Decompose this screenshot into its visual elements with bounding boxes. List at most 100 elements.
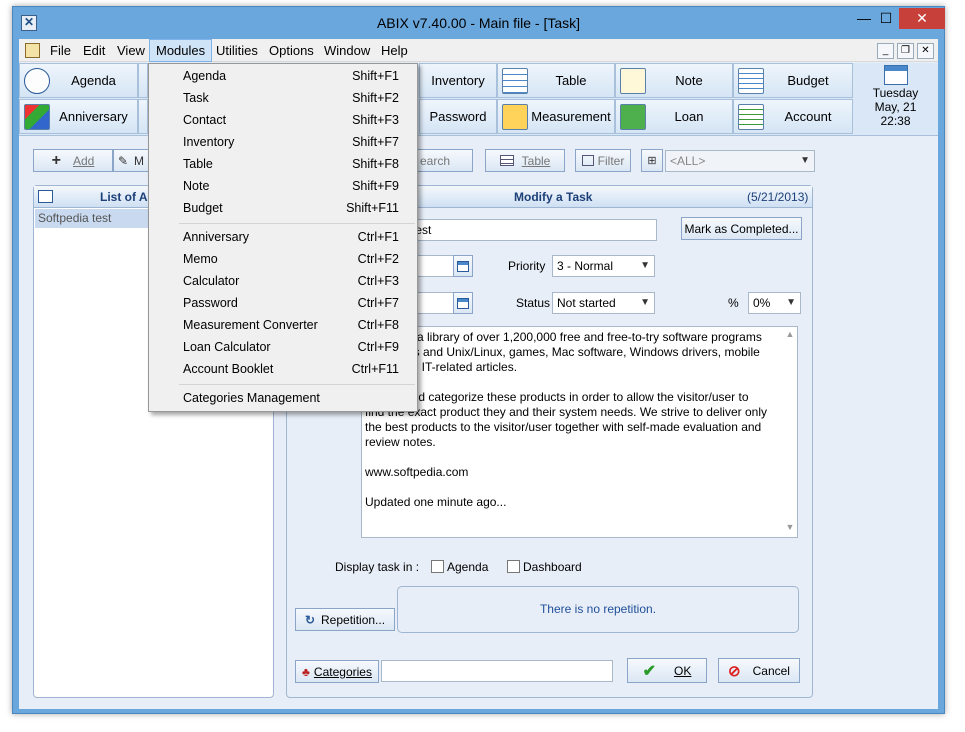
menu-item-note[interactable]: Note Shift+F9	[151, 175, 415, 197]
description-line: Updated one minute ago...	[365, 495, 507, 509]
menu-item-budget[interactable]: Budget Shift+F11	[151, 197, 415, 219]
filter-button[interactable]: Filter	[575, 149, 631, 172]
menu-options[interactable]: Options	[263, 39, 320, 62]
toolbar-anniversary-button[interactable]: Anniversary	[19, 99, 138, 134]
mark-as-completed-button[interactable]: Mark as Completed...	[681, 217, 802, 240]
cancel-icon: ⊘	[728, 662, 741, 680]
add-button[interactable]: + Add	[33, 149, 113, 172]
ok-button[interactable]: ✔ OK	[627, 658, 707, 683]
toolbar-note-button[interactable]: Note	[615, 63, 733, 98]
display-task-label: Display task in :	[335, 560, 420, 574]
menu-item-contact[interactable]: Contact Shift+F3	[151, 109, 415, 131]
modify-button[interactable]: ✎ M	[113, 149, 149, 172]
date-time-display[interactable]: Tuesday May, 21 22:38	[853, 63, 938, 136]
menu-item-memo[interactable]: Memo Ctrl+F2	[151, 248, 415, 270]
category-filter-select[interactable]: <ALL> ▼	[665, 150, 815, 172]
chevron-down-icon: ▼	[786, 297, 796, 308]
mdi-minimize-button[interactable]: _	[877, 43, 894, 59]
display-dashboard-checkbox[interactable]	[507, 560, 520, 573]
toolbar-inventory-button[interactable]: Inventory	[419, 63, 497, 98]
percent-complete-select[interactable]: 0% ▼	[748, 292, 801, 314]
textarea-scrollbar[interactable]: ▲ ▼	[783, 327, 797, 537]
toolbar-loan-button[interactable]: Loan	[615, 99, 733, 134]
categories-field[interactable]	[381, 660, 613, 682]
maximize-window-button[interactable]: ☐	[875, 8, 897, 29]
pencil-icon	[620, 67, 646, 94]
menu-item-password[interactable]: Password Ctrl+F7	[151, 292, 415, 314]
chevron-down-icon: ▼	[640, 297, 650, 308]
menu-separator	[179, 384, 415, 385]
filter-icon	[581, 155, 594, 166]
menu-item-anniversary[interactable]: Anniversary Ctrl+F1	[151, 226, 415, 248]
priority-label: Priority	[508, 259, 546, 273]
mdi-close-button[interactable]: ✕	[917, 43, 934, 59]
toolbar-password-button[interactable]: Password	[419, 99, 497, 134]
calendar-picker-button[interactable]	[453, 292, 473, 314]
menu-item-loan-calculator[interactable]: Loan Calculator Ctrl+F9	[151, 336, 415, 358]
toolbar-measurement-button[interactable]: Measurement	[497, 99, 615, 134]
toolbar-agenda-button[interactable]: Agenda	[19, 63, 138, 98]
status-select[interactable]: Not started ▼	[552, 292, 655, 314]
calendar-icon	[457, 297, 469, 309]
description-line: is a library of over 1,200,000 free and …	[405, 330, 762, 344]
scroll-down-icon: ▼	[785, 522, 795, 532]
menu-item-calculator[interactable]: Calculator Ctrl+F3	[151, 270, 415, 292]
menu-edit[interactable]: Edit	[77, 39, 111, 62]
task-name-input[interactable]: test	[407, 219, 657, 241]
display-agenda-label: Agenda	[447, 560, 489, 574]
tree-icon: ⊞	[647, 155, 657, 167]
document-icon[interactable]	[25, 43, 40, 58]
menu-modules[interactable]: Modules	[149, 39, 213, 62]
panel-title: Modify a Task	[514, 190, 593, 204]
toolbar-memo-button[interactable]	[138, 99, 148, 134]
description-line: review notes.	[365, 435, 436, 449]
menu-item-inventory[interactable]: Inventory Shift+F7	[151, 131, 415, 153]
cancel-button[interactable]: ⊘ Cancel	[718, 658, 800, 683]
toolbar-budget-button[interactable]: Budget	[733, 63, 853, 98]
ledger-icon	[738, 67, 764, 94]
menu-item-table[interactable]: Table Shift+F8	[151, 153, 415, 175]
menu-item-measurement-converter[interactable]: Measurement Converter Ctrl+F8	[151, 314, 415, 336]
percent-label: %	[728, 296, 739, 310]
menu-item-account-booklet[interactable]: Account Booklet Ctrl+F11	[151, 358, 415, 380]
minimize-window-button[interactable]: —	[853, 8, 875, 29]
mdi-restore-button[interactable]: ❐	[897, 43, 914, 59]
calendar-icon	[457, 260, 469, 272]
description-line: find the exact product they and their sy…	[365, 405, 767, 419]
toolbar-table-button[interactable]: Table	[497, 63, 615, 98]
search-button[interactable]: earch	[415, 149, 473, 172]
money-icon	[620, 103, 646, 130]
panel-date: (5/21/2013)	[747, 190, 809, 204]
priority-select[interactable]: 3 - Normal ▼	[552, 255, 655, 277]
repetition-button[interactable]: ↻ Repetition...	[295, 608, 395, 631]
display-agenda-checkbox[interactable]	[431, 560, 444, 573]
menu-window[interactable]: Window	[318, 39, 376, 62]
menu-item-task[interactable]: Task Shift+F2	[151, 87, 415, 109]
description-line: ws and Unix/Linux, games, Mac software, …	[405, 345, 760, 359]
toolbar-account-button[interactable]: Account	[733, 99, 853, 134]
categories-button[interactable]: ♣ Categories	[295, 660, 379, 683]
close-window-button[interactable]: ✕	[899, 8, 945, 29]
chevron-down-icon: ▼	[640, 260, 650, 271]
menu-item-categories-management[interactable]: Categories Management	[151, 387, 415, 409]
menu-help[interactable]: Help	[375, 39, 414, 62]
table-view-button[interactable]: Table	[485, 149, 565, 172]
table-icon	[499, 155, 514, 166]
menu-file[interactable]: File	[44, 39, 77, 62]
description-line	[365, 375, 781, 390]
menu-item-agenda[interactable]: Agenda Shift+F1	[151, 65, 415, 87]
description-line: www.softpedia.com	[365, 465, 469, 479]
menu-view[interactable]: View	[111, 39, 151, 62]
categories-tree-button[interactable]: ⊞	[641, 149, 663, 172]
description-textarea[interactable]: is a library of over 1,200,000 free and …	[361, 326, 798, 538]
description-line: and categorize these products in order t…	[405, 390, 749, 404]
menu-bar: File Edit View Modules Utilities Options…	[19, 39, 938, 62]
menu-utilities[interactable]: Utilities	[210, 39, 264, 62]
description-line	[365, 450, 781, 465]
title-bar[interactable]: ✕ ABIX v7.40.00 - Main file - [Task] — ☐…	[13, 7, 945, 39]
plus-icon: +	[51, 151, 61, 169]
toolbar-task-button[interactable]	[138, 63, 148, 98]
calendar-picker-button[interactable]	[453, 255, 473, 277]
window-title: ABIX v7.40.00 - Main file - [Task]	[376, 15, 581, 31]
description-line: the best products to the visitor/user to…	[365, 420, 762, 434]
